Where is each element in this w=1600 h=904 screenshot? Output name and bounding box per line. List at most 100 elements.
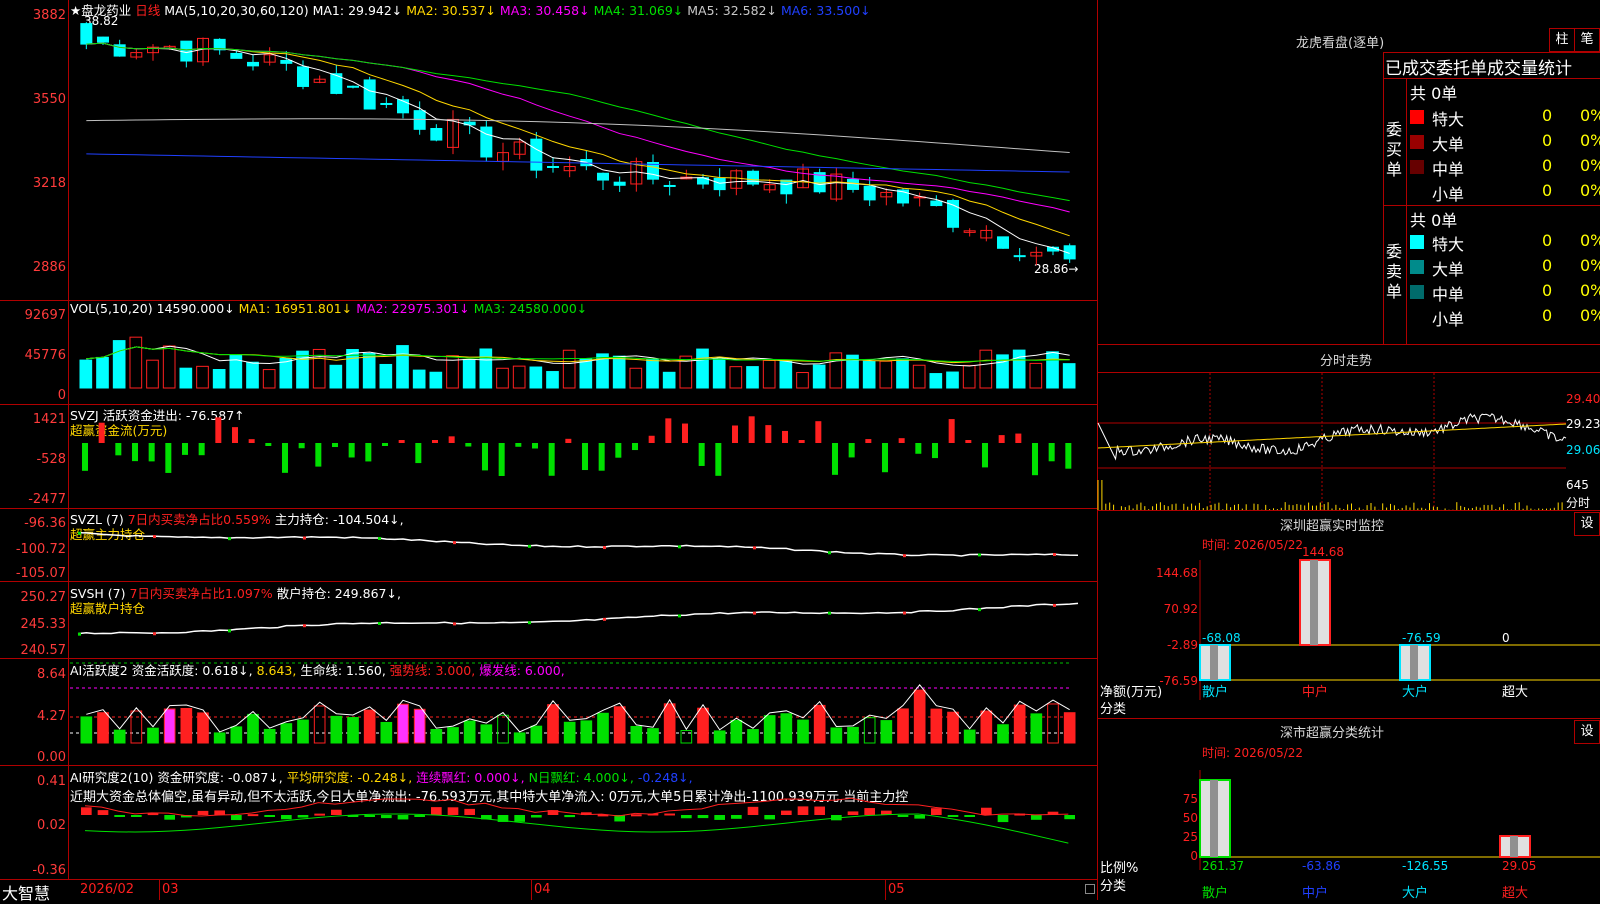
row-name: 大单: [1432, 135, 1465, 154]
fund-flow-bar: [382, 443, 388, 446]
activity-bar: [830, 727, 843, 744]
candle-body: [663, 184, 676, 187]
research-bar: [781, 810, 792, 815]
fund-flow-bar: [665, 418, 672, 443]
svzj-chart[interactable]: [70, 405, 1096, 508]
volume-bar: [479, 348, 493, 389]
volume-chart[interactable]: [70, 301, 1096, 404]
row-count: 0: [1542, 156, 1553, 175]
activity-bar: [680, 730, 693, 744]
intraday-chart[interactable]: [1097, 373, 1567, 510]
ai2-y-tick: 0.02: [37, 818, 66, 833]
fund-flow-bar: [182, 443, 188, 455]
activity-bar: [447, 727, 459, 744]
ai-activity-chart[interactable]: [70, 660, 1096, 765]
fund-flow-bar: [198, 443, 205, 456]
main-force-line: [77, 531, 1079, 557]
volume-bar: [212, 369, 226, 389]
bar-mode-button[interactable]: 柱: [1549, 28, 1575, 52]
classify-category: 大户: [1402, 885, 1428, 901]
sell-side-label: 委卖单: [1386, 242, 1403, 301]
research-bar: [997, 815, 1009, 823]
row-name: 中单: [1432, 285, 1465, 304]
research-bar: [364, 815, 375, 817]
candle-body: [297, 66, 309, 87]
fund-flow-bar: [798, 440, 805, 443]
research-bar: [447, 807, 459, 815]
trend-marker: [378, 536, 381, 540]
volume-bar: [746, 366, 759, 389]
fund-flow-bar: [548, 443, 555, 476]
ai1-y-tick: 4.27: [37, 709, 66, 724]
activity-bar: [913, 689, 926, 744]
classify-category: 散户: [1202, 885, 1228, 901]
candle-body: [713, 177, 726, 191]
fund-flow-bar: [98, 422, 105, 443]
legend-swatch: [1410, 134, 1424, 149]
volume-bar: [879, 360, 893, 389]
activity-bar: [230, 726, 243, 744]
separator: [1406, 78, 1407, 344]
volume-bar: [696, 348, 709, 389]
volume-bar: [712, 358, 726, 389]
activity-bar: [947, 711, 959, 744]
volume-bar: [929, 373, 943, 389]
svzl-chart[interactable]: [70, 509, 1096, 581]
activity-bar: [347, 717, 359, 744]
ai2-y-tick: -0.36: [32, 863, 66, 878]
activity-bar: [163, 708, 176, 744]
candle-body: [347, 85, 359, 88]
candle-body: [247, 61, 259, 67]
intraday-vol-unit: 分时: [1566, 496, 1591, 510]
ai1-y-tick: 0.00: [37, 750, 66, 765]
research-bar: [914, 815, 925, 819]
research-bar: [797, 806, 809, 815]
research-bar: [897, 815, 909, 817]
volume-bar: [396, 345, 409, 389]
legend-swatch: [1410, 109, 1424, 124]
research-bar: [314, 813, 325, 816]
monitor-value: -68.08: [1202, 631, 1241, 645]
classify-chart[interactable]: 261.37 -63.86 -126.55 29.05 散户 中户 大户 超大: [1199, 770, 1600, 901]
date-label: 2026/02: [80, 882, 135, 897]
candlestick-chart[interactable]: [70, 0, 1096, 300]
monitor-title: 深圳超赢实时监控: [1280, 519, 1385, 534]
monitor-time: 时间: 2026/05/22: [1202, 538, 1304, 552]
research-bar: [464, 808, 475, 815]
date-divider: [159, 880, 160, 900]
sell-row-中单: 中单 0 0%: [1410, 281, 1600, 304]
monitor-category: 大户: [1402, 684, 1428, 700]
row-count: 0: [1542, 281, 1553, 300]
date-divider: [885, 880, 886, 900]
volume-bar: [329, 364, 343, 389]
activity-bar: [280, 723, 293, 744]
monitor-chart[interactable]: -68.08 144.68 -76.59 0 散户 中户 大户 超大: [1199, 545, 1600, 700]
row-name: 特大: [1432, 235, 1465, 254]
tick-mode-button[interactable]: 笔: [1574, 28, 1600, 52]
monitor-settings-button[interactable]: 设: [1574, 512, 1600, 536]
classify-y-tick: 25: [1182, 830, 1198, 844]
candle-body: [397, 99, 409, 114]
fund-flow-bar: [948, 419, 955, 443]
ma-line: [86, 42, 1070, 213]
classify-settings-button[interactable]: 设: [1574, 720, 1600, 744]
monitor-bar-shade: [1210, 645, 1218, 680]
research-bar: [531, 815, 542, 818]
classify-bar-shade: [1510, 836, 1518, 857]
candle-body: [363, 79, 376, 110]
volume-bar: [546, 371, 559, 389]
ai-research-chart[interactable]: [70, 767, 1096, 879]
row-percent: 0%: [1580, 131, 1600, 150]
candle-body: [947, 199, 959, 228]
candle-body: [230, 52, 243, 59]
classify-bar-shade: [1210, 780, 1218, 857]
activity-bar: [980, 710, 993, 744]
row-percent: 0%: [1580, 281, 1600, 300]
volume-bar: [512, 365, 526, 389]
svsh-chart[interactable]: [70, 583, 1096, 658]
research-bar: [697, 815, 709, 819]
trend-marker: [678, 614, 681, 618]
activity-bar: [780, 713, 793, 744]
lock-icon[interactable]: [1085, 884, 1095, 894]
brand-logo: 大智慧: [2, 884, 51, 903]
